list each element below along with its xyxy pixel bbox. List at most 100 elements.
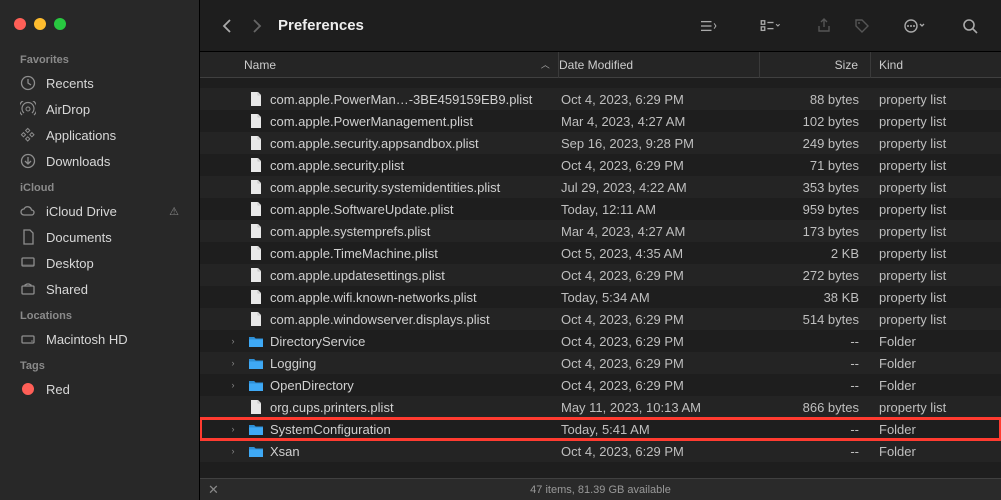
sidebar: FavoritesRecentsAirDropApplicationsDownl… — [0, 0, 200, 500]
file-kind: Folder — [871, 378, 1001, 393]
date-modified: Oct 4, 2023, 6:29 PM — [561, 268, 761, 283]
sidebar-item-recents[interactable]: Recents — [0, 70, 199, 96]
file-size: 249 bytes — [761, 136, 871, 151]
column-date-modified[interactable]: Date Modified — [559, 58, 759, 72]
file-icon — [248, 311, 264, 327]
table-row[interactable]: com.apple.updatesettings.plist Oct 4, 202… — [200, 264, 1001, 286]
clock-icon — [20, 75, 36, 91]
file-size: -- — [761, 444, 871, 459]
sidebar-item-downloads[interactable]: Downloads — [0, 148, 199, 174]
file-size: 272 bytes — [761, 268, 871, 283]
date-modified: Oct 5, 2023, 4:35 AM — [561, 246, 761, 261]
file-name: com.apple.security.plist — [270, 158, 404, 173]
file-icon — [248, 135, 264, 151]
window-title: Preferences — [278, 17, 364, 34]
table-row[interactable]: com.apple.windowserver.displays.plistOct… — [200, 308, 1001, 330]
table-row[interactable]: ›LoggingOct 4, 2023, 6:29 PM--Folder — [200, 352, 1001, 374]
table-row[interactable]: com.apple.systemprefs.plist Mar 4, 2023, … — [200, 220, 1001, 242]
sidebar-item-label: Desktop — [46, 256, 94, 271]
file-kind: Folder — [871, 444, 1001, 459]
shared-icon — [20, 281, 36, 297]
sidebar-item-label: Red — [46, 382, 70, 397]
table-row[interactable]: com.apple.wifi.known-networks.plistToday… — [200, 286, 1001, 308]
table-row[interactable]: com.apple.security.systemidentities.plis… — [200, 176, 1001, 198]
table-row[interactable]: ›SystemConfigurationToday, 5:41 AM--Fold… — [200, 418, 1001, 440]
path-bar-close-icon[interactable]: ✕ — [208, 482, 219, 498]
file-name: OpenDirectory — [270, 378, 354, 393]
file-name: com.apple.TimeMachine.plist — [270, 246, 438, 261]
date-modified: Oct 4, 2023, 6:29 PM — [561, 444, 761, 459]
date-modified: Mar 4, 2023, 4:27 AM — [561, 224, 761, 239]
sidebar-item-red[interactable]: Red — [0, 376, 199, 402]
disclosure-triangle-icon[interactable]: › — [224, 446, 242, 456]
search-button[interactable] — [953, 12, 987, 40]
column-name[interactable]: Name 〈 — [200, 58, 558, 72]
file-icon — [248, 267, 264, 283]
disclosure-triangle-icon[interactable]: › — [224, 336, 242, 346]
file-name: com.apple.updatesettings.plist — [270, 268, 445, 283]
sidebar-item-icloud-drive[interactable]: iCloud Drive — [0, 198, 199, 224]
table-row[interactable]: com.apple.PowerManagement.plistMar 4, 20… — [200, 110, 1001, 132]
file-kind: property list — [871, 400, 1001, 415]
table-header: Name 〈 Date Modified Size Kind — [200, 52, 1001, 78]
table-row[interactable]: ›XsanOct 4, 2023, 6:29 PM--Folder — [200, 440, 1001, 462]
sidebar-item-applications[interactable]: Applications — [0, 122, 199, 148]
action-menu-button[interactable] — [897, 12, 931, 40]
file-size: 353 bytes — [761, 180, 871, 195]
back-button[interactable] — [214, 12, 242, 40]
sidebar-item-shared[interactable]: Shared — [0, 276, 199, 302]
file-size: 959 bytes — [761, 202, 871, 217]
table-row[interactable]: com.apple.PowerMan…-3BE459159EB9.plistOc… — [200, 88, 1001, 110]
file-kind: property list — [871, 158, 1001, 173]
file-size: 88 bytes — [761, 92, 871, 107]
sidebar-item-documents[interactable]: Documents — [0, 224, 199, 250]
date-modified: Oct 4, 2023, 6:29 PM — [561, 92, 761, 107]
file-kind: property list — [871, 114, 1001, 129]
table-row[interactable]: ›OpenDirectoryOct 4, 2023, 6:29 PM--Fold… — [200, 374, 1001, 396]
traffic-lights — [0, 10, 199, 46]
folder-icon — [248, 443, 264, 459]
file-list[interactable]: com.apple.PowerMan…-3BE459159EB9.plistOc… — [200, 78, 1001, 478]
file-kind: property list — [871, 136, 1001, 151]
disclosure-triangle-icon[interactable]: › — [224, 424, 242, 434]
file-kind: property list — [871, 268, 1001, 283]
minimize-window-button[interactable] — [34, 18, 46, 30]
date-modified: Oct 4, 2023, 6:29 PM — [561, 356, 761, 371]
sidebar-item-desktop[interactable]: Desktop — [0, 250, 199, 276]
table-row[interactable]: org.cups.printers.plistMay 11, 2023, 10:… — [200, 396, 1001, 418]
disclosure-triangle-icon[interactable]: › — [224, 380, 242, 390]
view-list-button[interactable] — [691, 12, 725, 40]
group-button[interactable] — [753, 12, 787, 40]
disclosure-triangle-icon[interactable]: › — [224, 358, 242, 368]
file-kind: Folder — [871, 334, 1001, 349]
file-name: com.apple.systemprefs.plist — [270, 224, 430, 239]
sidebar-item-macintosh-hd[interactable]: Macintosh HD — [0, 326, 199, 352]
table-row[interactable]: com.apple.security.plistOct 4, 2023, 6:2… — [200, 154, 1001, 176]
column-kind[interactable]: Kind — [871, 58, 1001, 72]
forward-button[interactable] — [242, 12, 270, 40]
sidebar-item-airdrop[interactable]: AirDrop — [0, 96, 199, 122]
file-name: com.apple.windowserver.displays.plist — [270, 312, 490, 327]
column-size[interactable]: Size — [760, 58, 870, 72]
file-kind: property list — [871, 312, 1001, 327]
file-kind: Folder — [871, 422, 1001, 437]
file-size: -- — [761, 356, 871, 371]
date-modified: Oct 4, 2023, 6:29 PM — [561, 334, 761, 349]
cloud-icon — [20, 203, 36, 219]
download-icon — [20, 153, 36, 169]
file-kind: property list — [871, 246, 1001, 261]
file-name: SystemConfiguration — [270, 422, 391, 437]
table-row[interactable]: com.apple.SoftwareUpdate.plistToday, 12:… — [200, 198, 1001, 220]
share-button[interactable] — [807, 12, 841, 40]
file-size: -- — [761, 334, 871, 349]
table-row[interactable]: com.apple.security.appsandbox.plistSep 1… — [200, 132, 1001, 154]
table-row[interactable] — [200, 78, 1001, 88]
zoom-window-button[interactable] — [54, 18, 66, 30]
folder-icon — [248, 333, 264, 349]
file-icon — [248, 157, 264, 173]
tags-button[interactable] — [845, 12, 879, 40]
close-window-button[interactable] — [14, 18, 26, 30]
table-row[interactable]: ›DirectoryServiceOct 4, 2023, 6:29 PM--F… — [200, 330, 1001, 352]
file-icon — [248, 179, 264, 195]
table-row[interactable]: com.apple.TimeMachine.plist Oct 5, 2023, … — [200, 242, 1001, 264]
